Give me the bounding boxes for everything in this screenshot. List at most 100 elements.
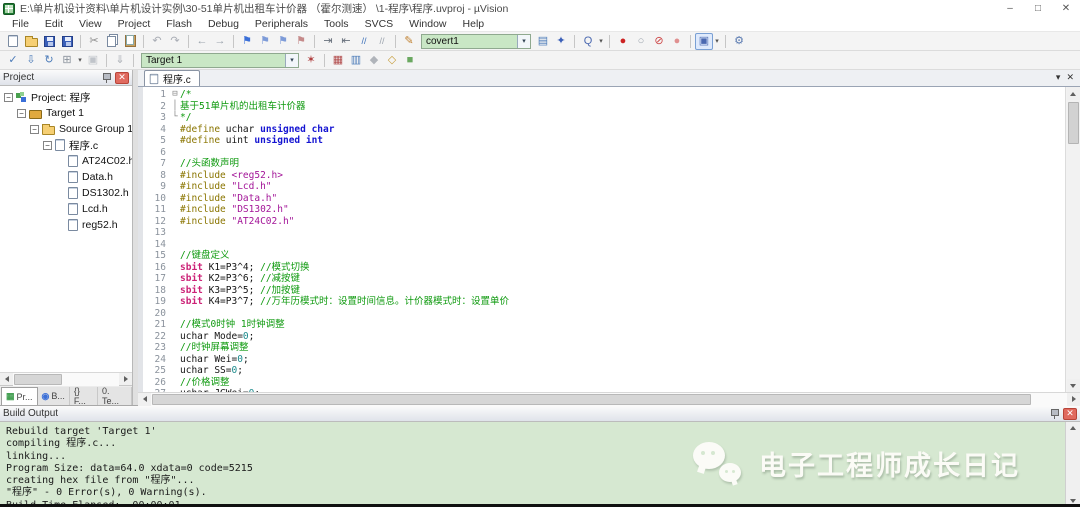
tree-item[interactable]: Data.h	[0, 169, 132, 185]
close-document-icon[interactable]: ✕	[1066, 72, 1074, 83]
close-button[interactable]: ✕	[1052, 0, 1080, 17]
scroll-right-icon[interactable]	[1067, 392, 1080, 406]
tab-functions[interactable]: {} F...	[69, 386, 98, 406]
build-output-close-button[interactable]: ✕	[1063, 407, 1077, 420]
minimize-button[interactable]: –	[996, 0, 1024, 17]
previous-bookmark-button[interactable]: ⚑	[256, 33, 274, 50]
translate-file-button[interactable]: ✓	[4, 52, 22, 69]
navigate-back-button[interactable]: ←	[193, 33, 211, 50]
insert-bookmark-button[interactable]: ⚑	[238, 33, 256, 50]
menu-window[interactable]: Window	[401, 18, 454, 30]
menu-svcs[interactable]: SVCS	[357, 18, 402, 30]
copy-button[interactable]	[103, 33, 121, 50]
menu-flash[interactable]: Flash	[158, 18, 200, 30]
options-for-target-button[interactable]: ✶	[302, 52, 320, 69]
tab-project[interactable]: ▦ Pr...	[1, 387, 38, 405]
project-panel-close-button[interactable]: ✕	[115, 71, 129, 84]
menu-peripherals[interactable]: Peripherals	[247, 18, 316, 30]
kill-all-breakpoints-button[interactable]: ⊘	[650, 33, 668, 50]
rebuild-all-button[interactable]: ↻	[40, 52, 58, 69]
scroll-left-icon[interactable]	[0, 372, 13, 386]
menu-help[interactable]: Help	[455, 18, 493, 30]
tree-item[interactable]: − Target 1	[0, 105, 132, 121]
tab-books[interactable]: ◉ B...	[37, 387, 70, 405]
menu-file[interactable]: File	[4, 18, 37, 30]
maximize-button[interactable]: □	[1024, 0, 1052, 17]
pin-icon[interactable]	[1050, 408, 1059, 419]
new-file-button[interactable]	[4, 33, 22, 50]
navigate-forward-button[interactable]: →	[211, 33, 229, 50]
scroll-right-icon[interactable]	[119, 372, 132, 386]
batch-build-button[interactable]: ⊞	[58, 52, 76, 69]
project-hscroll-track[interactable]	[13, 372, 119, 386]
editor-vscroll-thumb[interactable]	[1067, 102, 1079, 144]
editor-tab-source-file[interactable]: 程序.c	[144, 70, 200, 86]
download-button[interactable]: ⇓	[111, 52, 129, 69]
code-text: 基于51单片机的出租车计价器	[180, 100, 306, 112]
expander-icon[interactable]: −	[30, 124, 39, 134]
unindent-button[interactable]: ⇤	[337, 33, 355, 50]
code-line: 26 //价格调整	[138, 377, 1065, 389]
configure-uvision-button[interactable]: ⚙	[730, 33, 748, 50]
open-file-button[interactable]	[22, 33, 40, 50]
stop-build-button[interactable]: ▣	[84, 52, 102, 69]
find-button[interactable]: Q	[579, 33, 597, 50]
select-software-packs-button[interactable]: ◆	[365, 52, 383, 69]
save-button[interactable]	[40, 33, 58, 50]
clear-bookmarks-button[interactable]: ⚑	[292, 33, 310, 50]
pin-icon[interactable]	[102, 72, 111, 83]
window-layout-button[interactable]: ▣	[695, 32, 713, 50]
cut-button[interactable]: ✂	[85, 33, 103, 50]
build-target-button[interactable]: ⇩	[22, 52, 40, 69]
editor-vscrollbar[interactable]	[1065, 87, 1080, 392]
line-number: 24	[154, 353, 166, 365]
menu-project[interactable]: Project	[110, 18, 159, 30]
tree-item[interactable]: − 程序.c	[0, 137, 132, 153]
search-combobox[interactable]: covert1 ▾	[421, 33, 531, 49]
menu-view[interactable]: View	[71, 18, 110, 30]
paste-button[interactable]	[121, 33, 139, 50]
code-lines[interactable]: 1 ⊟/* 2 │ 基于51单片机的出租车计价器 3 └ */ 4 #define uchar u…	[138, 87, 1065, 392]
toolbar-separator	[233, 34, 234, 48]
tree-item[interactable]: − Source Group 1	[0, 121, 132, 137]
indent-button[interactable]: ⇥	[319, 33, 337, 50]
project-hscrollbar[interactable]	[0, 372, 132, 386]
find-in-files-button[interactable]: ✎	[400, 33, 418, 50]
line-number: 3	[160, 112, 166, 123]
undo-button[interactable]: ↶	[148, 33, 166, 50]
menu-edit[interactable]: Edit	[37, 18, 71, 30]
tab-templates[interactable]: 0. Te...	[98, 386, 132, 406]
expander-icon[interactable]: −	[43, 140, 52, 150]
update-packs-button[interactable]: ◇	[383, 52, 401, 69]
editor-hscroll-track[interactable]	[151, 392, 1067, 406]
tab-list-icon[interactable]: ▾	[1056, 72, 1061, 83]
menu-debug[interactable]: Debug	[200, 18, 247, 30]
comment-selection-button[interactable]: //	[355, 33, 373, 50]
tree-item[interactable]: − Project: 程序	[0, 89, 132, 105]
search-document-button[interactable]: ▤	[534, 33, 552, 50]
menu-tools[interactable]: Tools	[316, 18, 357, 30]
target-combobox[interactable]: Target 1 ▾	[141, 52, 299, 68]
toggle-breakpoint-button[interactable]: ○	[632, 33, 650, 50]
tree-item[interactable]: Lcd.h	[0, 201, 132, 217]
scroll-left-icon[interactable]	[138, 392, 151, 406]
expander-icon[interactable]: −	[17, 108, 26, 118]
uncomment-selection-button[interactable]: //	[373, 33, 391, 50]
reference-lookup-button[interactable]: ✦	[552, 33, 570, 50]
tree-item[interactable]: AT24C02.h	[0, 153, 132, 169]
pack-installer-button[interactable]: ■	[401, 52, 419, 69]
disable-all-breakpoints-button[interactable]: ●	[668, 33, 686, 50]
save-all-button[interactable]	[58, 33, 76, 50]
manage-books-button[interactable]: ▥	[347, 52, 365, 69]
tree-item[interactable]: reg52.h	[0, 217, 132, 233]
tree-item[interactable]: DS1302.h	[0, 185, 132, 201]
next-bookmark-button[interactable]: ⚑	[274, 33, 292, 50]
redo-button[interactable]: ↷	[166, 33, 184, 50]
build-output-vscrollbar[interactable]	[1065, 422, 1080, 507]
manage-project-items-button[interactable]: ▦	[329, 52, 347, 69]
insert-breakpoint-button[interactable]: ●	[614, 33, 632, 50]
editor-hscrollbar[interactable]	[138, 392, 1080, 406]
scroll-down-icon[interactable]	[1066, 379, 1080, 392]
scroll-up-icon[interactable]	[1066, 87, 1080, 100]
expander-icon[interactable]: −	[4, 92, 13, 102]
